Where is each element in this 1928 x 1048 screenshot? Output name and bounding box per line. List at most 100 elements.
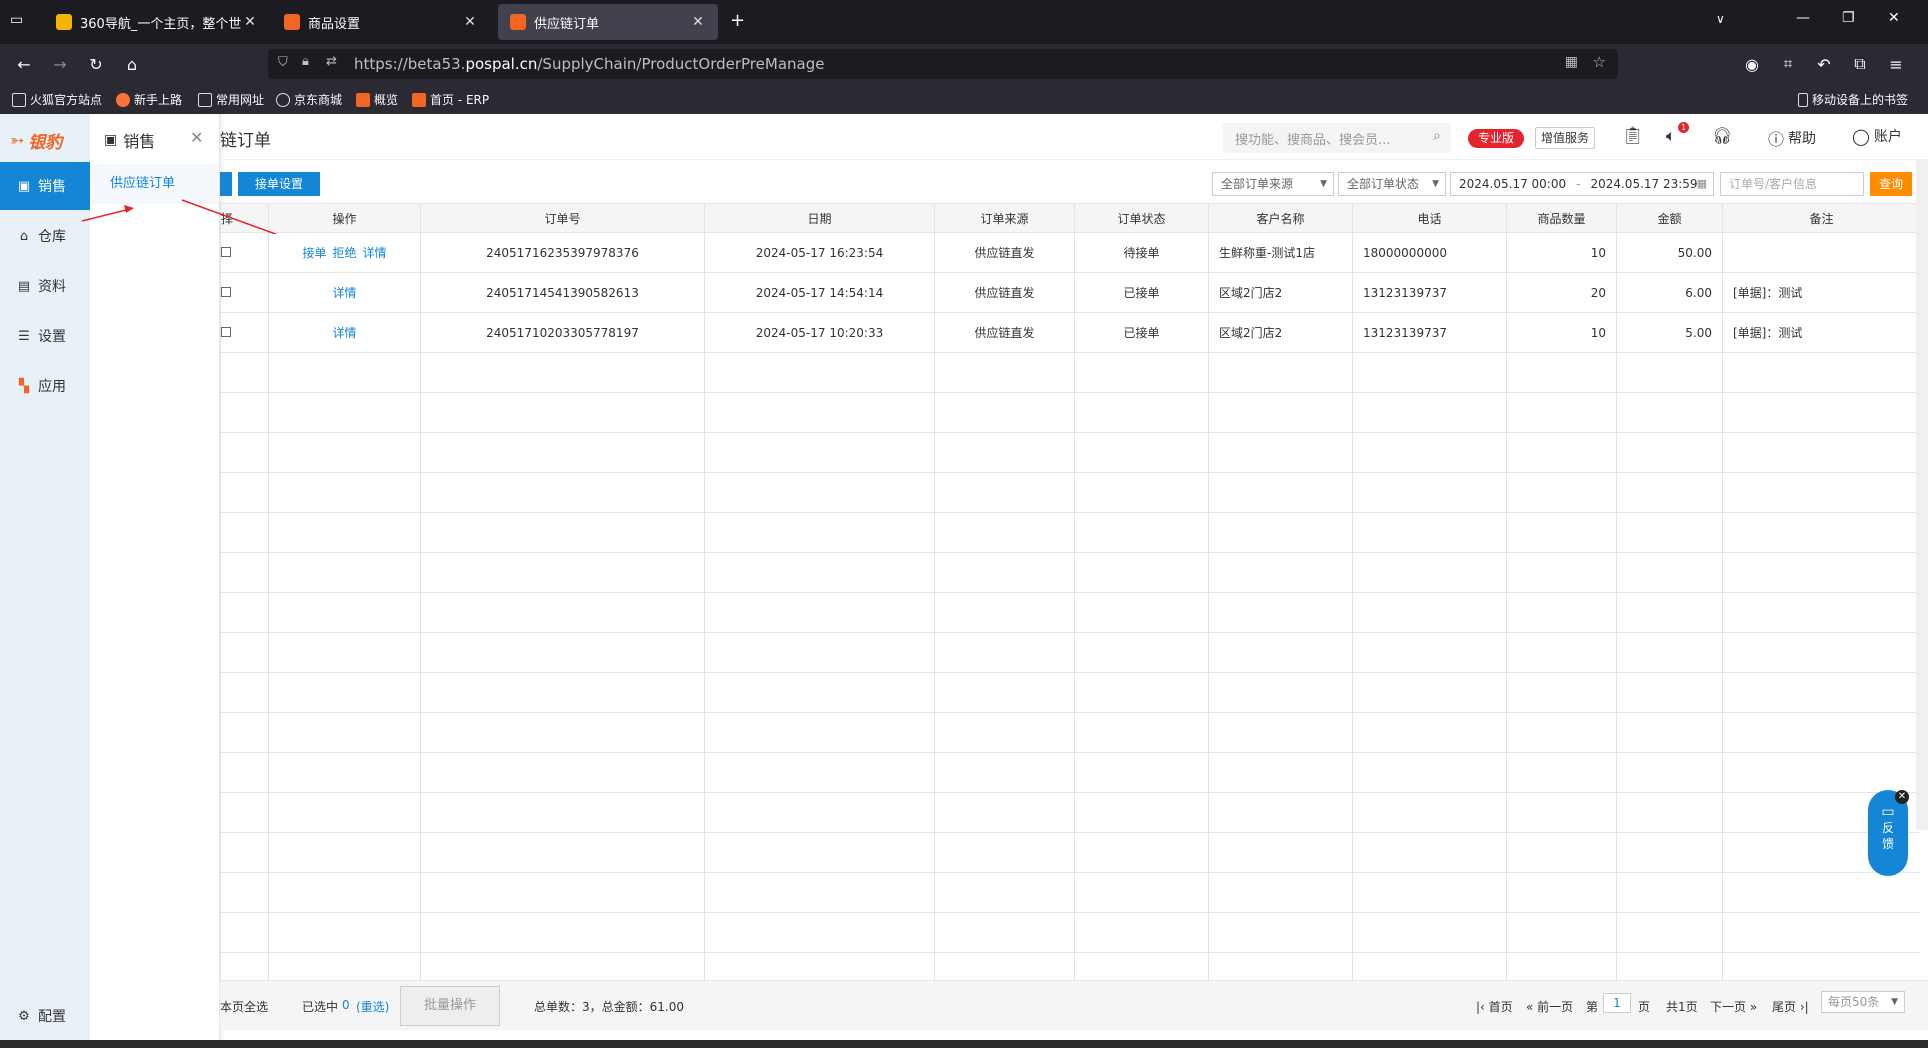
empty-row <box>220 592 1920 633</box>
tab-product-settings[interactable]: 商品设置 ✕ <box>272 4 490 40</box>
clipboard-icon[interactable]: 📋︎ <box>1622 126 1644 146</box>
empty-cell <box>268 832 421 873</box>
shield-icon[interactable]: ⛉ <box>278 55 288 70</box>
permissions-icon[interactable]: ⇄ <box>326 54 337 69</box>
bookmark-item[interactable]: 首页 - ERP <box>412 91 489 108</box>
value-added-services-button[interactable]: 增值服务 <box>1535 127 1595 149</box>
reload-icon[interactable]: ↻ <box>84 52 108 76</box>
order-status-select[interactable]: 全部订单状态 ▼ <box>1338 172 1446 196</box>
new-tab-button[interactable]: + <box>730 10 745 31</box>
forward-icon[interactable]: → <box>48 52 72 76</box>
empty-cell <box>934 872 1075 913</box>
tab-360[interactable]: 360导航_一个主页，整个世界 ✕ <box>44 4 270 40</box>
crop-icon[interactable]: ⌗ <box>1776 52 1800 76</box>
close-icon[interactable]: ✕ <box>1895 790 1909 804</box>
bookmark-item[interactable]: 京东商城 <box>276 91 342 108</box>
menu-icon[interactable]: ≡ <box>1884 52 1908 76</box>
bookmark-label: 概览 <box>374 93 399 107</box>
empty-cell <box>1208 352 1353 393</box>
rail-item-apps[interactable]: ▚ 应用 <box>0 362 90 410</box>
rail-item-config[interactable]: ⚙ 配置 <box>0 992 90 1040</box>
date-range-input[interactable]: 2024.05.17 00:00-2024.05.17 23:59 ▦ <box>1450 172 1714 196</box>
global-search-input[interactable]: 搜功能、搜商品、搜会员... ⌕ <box>1223 123 1451 153</box>
empty-cell <box>1352 472 1507 513</box>
address-bar[interactable]: ⛉ 🔒︎ ⇄ https://beta53. pospal.cn/SupplyCh… <box>268 49 1618 79</box>
empty-cell <box>1208 752 1353 793</box>
detail-link[interactable]: 详情 <box>332 326 356 340</box>
amount-cell: 50.00 <box>1616 232 1723 273</box>
column-header: 订单来源 <box>934 203 1075 233</box>
empty-cell <box>934 352 1075 393</box>
window-close-button[interactable]: ✕ <box>1888 10 1900 26</box>
reject-order-link[interactable]: 拒绝 <box>332 246 356 260</box>
status-cell: 已接单 <box>1074 272 1209 313</box>
empty-cell <box>934 952 1075 981</box>
empty-cell <box>1506 752 1617 793</box>
rail-item-data[interactable]: ▤ 资料 <box>0 262 90 310</box>
help-link[interactable]: ⓘ 帮助 <box>1768 126 1816 150</box>
empty-cell <box>420 392 705 433</box>
batch-operation-button[interactable]: 批量操作 <box>400 986 500 1026</box>
bookmark-item[interactable]: 新手上路 <box>116 91 182 108</box>
headset-icon[interactable]: 🎧︎ <box>1712 126 1732 145</box>
undo-icon[interactable]: ↶ <box>1812 52 1836 76</box>
empty-cell <box>268 552 421 593</box>
page-number-input[interactable]: 1 <box>1603 993 1631 1013</box>
select-all-page[interactable]: 本页全选 <box>220 998 268 1015</box>
close-icon[interactable]: ✕ <box>242 14 258 30</box>
account-icon[interactable]: ◉ <box>1740 52 1764 76</box>
tab-list-icon[interactable]: ▭ <box>10 12 23 28</box>
reselect-link[interactable]: (重选) <box>356 998 389 1015</box>
empty-cell <box>268 792 421 833</box>
restore-button[interactable]: ❐ <box>1842 10 1855 26</box>
lock-icon[interactable]: 🔒︎ <box>302 54 309 69</box>
empty-cell <box>220 392 269 433</box>
rail-item-settings[interactable]: ☰ 设置 <box>0 312 90 360</box>
qr-code-icon[interactable]: ▦ <box>1565 54 1578 70</box>
close-icon[interactable]: ✕ <box>462 14 478 30</box>
accept-order-link[interactable]: 接单 <box>302 246 326 260</box>
first-page-link[interactable]: |‹ 首页 <box>1476 998 1513 1015</box>
mobile-bookmarks[interactable]: 移动设备上的书签 <box>1798 91 1908 108</box>
bookmark-item[interactable]: 火狐官方站点 <box>12 91 102 108</box>
firefox-icon <box>116 92 130 107</box>
scrollbar[interactable] <box>1916 160 1928 830</box>
home-icon[interactable]: ⌂ <box>120 52 144 76</box>
query-button[interactable]: 查询 <box>1870 172 1912 196</box>
row-checkbox-cell <box>220 312 269 353</box>
detail-link[interactable]: 详情 <box>363 246 387 260</box>
row-checkbox[interactable] <box>221 246 231 257</box>
per-page-select[interactable]: 每页50条 ▼ <box>1821 991 1905 1013</box>
chevron-down-icon: ▼ <box>1891 997 1898 1007</box>
order-search-input[interactable]: 订单号/客户信息 <box>1720 172 1864 196</box>
empty-cell <box>268 512 421 553</box>
last-page-icon: ›| <box>1796 1000 1809 1014</box>
bookmark-star-icon[interactable]: ☆ <box>1593 53 1606 71</box>
bookmark-item[interactable]: 概览 <box>356 91 398 108</box>
row-checkbox[interactable] <box>221 286 231 297</box>
back-icon[interactable]: ← <box>12 52 36 76</box>
close-icon[interactable]: ✕ <box>690 14 706 30</box>
order-source-select[interactable]: 全部订单来源 ▼ <box>1212 172 1334 196</box>
note-cell: [单据]：测试 <box>1722 272 1920 313</box>
order-no-cell: 24051714541390582613 <box>420 272 705 313</box>
account-link[interactable]: ◯ 账户 <box>1852 126 1902 146</box>
tab-supply-chain-orders[interactable]: 供应链订单 ✕ <box>498 4 718 40</box>
empty-cell <box>1722 472 1920 513</box>
last-page-link[interactable]: 尾页 ›| <box>1772 998 1809 1015</box>
bookmark-item[interactable]: 常用网址 <box>198 91 264 108</box>
search-icon[interactable]: ⌕ <box>1433 128 1441 144</box>
extensions-icon[interactable]: ⧉ <box>1848 52 1872 76</box>
pro-badge[interactable]: 专业版 <box>1468 129 1524 148</box>
prev-page-link[interactable]: « 前一页 <box>1526 998 1573 1015</box>
minimize-button[interactable]: — <box>1796 10 1810 26</box>
empty-cell <box>704 512 935 553</box>
empty-row <box>220 912 1920 953</box>
detail-link[interactable]: 详情 <box>332 286 356 300</box>
note-cell <box>1722 232 1920 273</box>
tab-overflow-icon[interactable]: ∨ <box>1716 12 1725 26</box>
empty-cell <box>1074 912 1209 953</box>
row-checkbox[interactable] <box>221 326 231 337</box>
speaker-icon[interactable]: 🔈︎ 1 <box>1666 122 1689 146</box>
next-page-link[interactable]: 下一页 » <box>1710 998 1757 1015</box>
